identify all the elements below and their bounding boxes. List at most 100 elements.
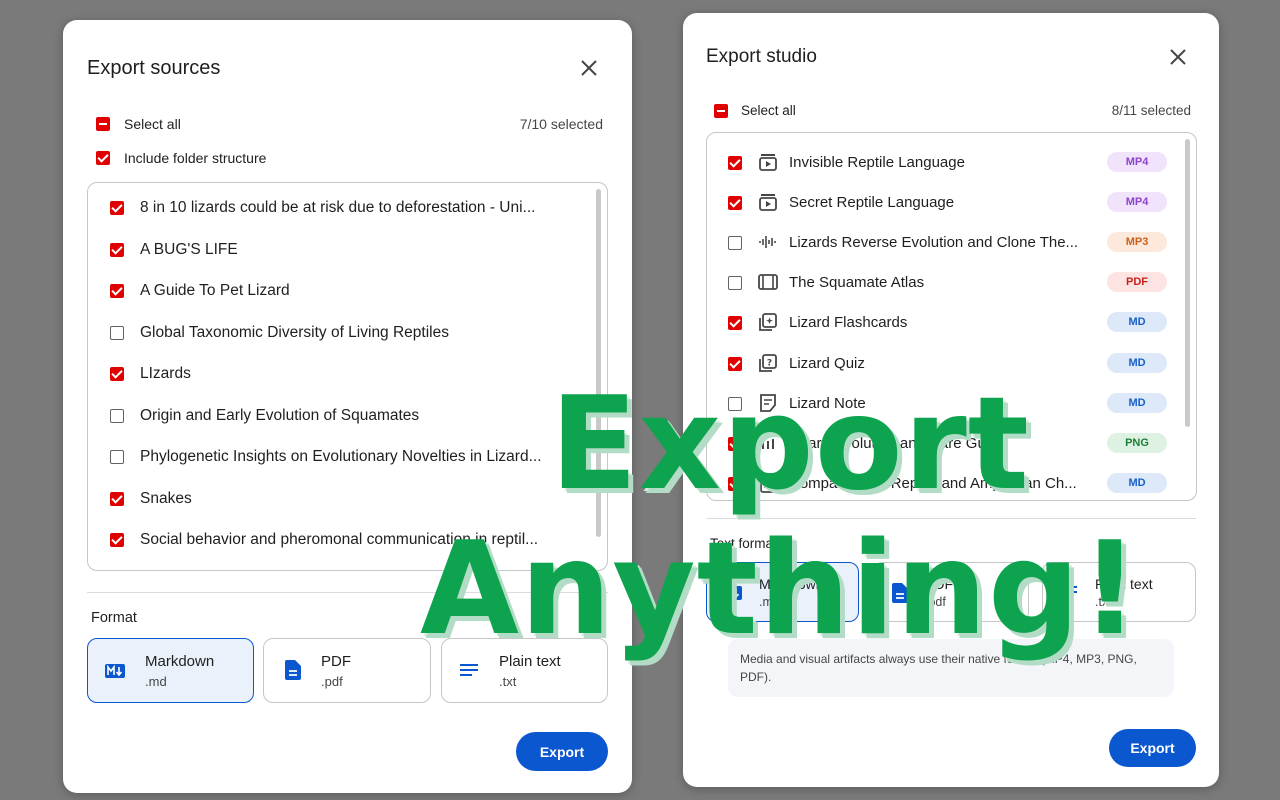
- source-row[interactable]: LIzards: [88, 354, 607, 394]
- studio-item-title: Invisible Reptile Language: [789, 154, 965, 171]
- format-note: Media and visual artifacts always use th…: [728, 639, 1174, 697]
- format-label: Format: [91, 610, 137, 626]
- dialog-title: Export studio: [706, 46, 817, 67]
- video-overview-icon: [759, 194, 777, 211]
- studio-row[interactable]: Secret Reptile Language MP4: [707, 178, 1196, 218]
- studio-item-title: Lizards Reverse Evolution and Clone The.…: [789, 234, 1079, 252]
- source-row[interactable]: A Guide To Pet Lizard: [88, 271, 607, 311]
- source-checkbox[interactable]: [110, 533, 124, 547]
- infographic-icon: [762, 436, 774, 449]
- studio-row[interactable]: The Squamate Atlas PDF: [707, 258, 1196, 298]
- markdown-icon: [722, 586, 742, 600]
- source-row[interactable]: A BUG'S LIFE: [88, 230, 607, 270]
- source-title: A Guide To Pet Lizard: [140, 282, 290, 299]
- format-badge: PDF: [1107, 272, 1167, 293]
- source-checkbox[interactable]: [110, 325, 124, 340]
- format-option-pdf[interactable]: PDF .pdf: [263, 638, 431, 703]
- format-badge: MP4: [1107, 152, 1167, 172]
- format-option-plain-text[interactable]: Plain text .txt: [441, 638, 608, 703]
- source-title: 8 in 10 lizards could be at risk due to …: [140, 199, 536, 216]
- selected-count: 8/11 selected: [1111, 103, 1191, 118]
- note-icon: [760, 393, 776, 412]
- close-icon: [1170, 49, 1186, 65]
- studio-row[interactable]: Lizards Reverse Evolution and Clone The.…: [707, 218, 1196, 258]
- studio-item-title: Lizard Evolution and Care Guide: [789, 434, 1006, 452]
- export-button[interactable]: Export: [1109, 729, 1196, 767]
- format-option-markdown[interactable]: Markdown .md: [706, 562, 859, 622]
- format-name: PDF: [925, 576, 953, 592]
- studio-row[interactable]: ? Lizard Quiz MD: [707, 339, 1196, 379]
- source-checkbox[interactable]: [110, 491, 124, 506]
- source-row[interactable]: Social behavior and pheromonal communica…: [88, 520, 607, 560]
- divider: [706, 518, 1196, 519]
- studio-row[interactable]: Lizard Flashcards MD: [707, 298, 1196, 338]
- studio-checkbox[interactable]: [728, 156, 742, 170]
- text-format-label: Text format: [710, 536, 777, 551]
- source-row[interactable]: 8 in 10 lizards could be at risk due to …: [88, 188, 607, 228]
- close-button[interactable]: [1164, 43, 1192, 71]
- studio-checkbox[interactable]: [728, 316, 742, 331]
- format-badge: MD: [1107, 312, 1167, 333]
- studio-checkbox[interactable]: [728, 196, 742, 211]
- source-checkbox[interactable]: [110, 242, 124, 257]
- select-all-checkbox[interactable]: [714, 104, 728, 118]
- format-name: Markdown: [759, 576, 824, 592]
- pdf-doc-icon: [892, 583, 908, 603]
- format-option-pdf[interactable]: PDF .pdf: [872, 562, 1029, 622]
- sources-list[interactable]: 8 in 10 lizards could be at risk due to …: [87, 182, 608, 571]
- text-lines-icon: [460, 664, 478, 676]
- include-folder-structure-label: Include folder structure: [124, 150, 267, 166]
- select-all-label: Select all: [741, 103, 796, 118]
- pdf-doc-icon: [285, 660, 301, 680]
- source-title: LIzards: [140, 365, 191, 382]
- video-overview-icon: [759, 154, 777, 171]
- source-checkbox[interactable]: [110, 450, 124, 464]
- format-name: Markdown: [145, 653, 215, 670]
- studio-checkbox[interactable]: [728, 396, 742, 411]
- format-option-plain-text[interactable]: Plain text .txt: [1042, 562, 1196, 622]
- format-ext: .md: [759, 595, 780, 609]
- studio-item-title: Lizard Flashcards: [789, 314, 908, 332]
- studio-list[interactable]: Invisible Reptile Language MP4 Secret Rept…: [706, 132, 1197, 501]
- export-button[interactable]: Export: [516, 732, 608, 771]
- text-lines-icon: [1059, 586, 1077, 598]
- source-row[interactable]: Snakes: [88, 479, 607, 519]
- format-badge: MD: [1107, 392, 1167, 413]
- studio-checkbox[interactable]: [728, 276, 742, 291]
- slides-icon: [758, 274, 778, 291]
- source-checkbox[interactable]: [110, 201, 124, 215]
- studio-checkbox[interactable]: [728, 476, 742, 491]
- quiz-icon: ?: [759, 353, 777, 372]
- selected-count: 7/10 selected: [519, 116, 603, 132]
- include-folder-structure-checkbox[interactable]: [96, 151, 110, 165]
- studio-row[interactable]: Invisible Reptile Language MP4: [707, 138, 1196, 178]
- format-ext: .md: [145, 674, 167, 689]
- source-checkbox[interactable]: [110, 408, 124, 423]
- studio-row[interactable]: Lizard Evolution and Care Guide PNG: [707, 419, 1196, 459]
- source-row[interactable]: Origin and Early Evolution of Squamates: [88, 396, 607, 436]
- source-title: Origin and Early Evolution of Squamates: [140, 406, 420, 424]
- format-badge: MP3: [1107, 232, 1167, 253]
- export-studio-dialog: Export studio Select all 8/11 selected I…: [683, 13, 1219, 787]
- format-ext: .txt: [499, 674, 517, 689]
- format-badge: MP4: [1107, 192, 1167, 213]
- studio-row[interactable]: Lizard Note MD: [707, 379, 1196, 419]
- studio-item-title: Secret Reptile Language: [789, 194, 955, 212]
- format-name: PDF: [321, 653, 351, 670]
- source-title: Global Taxonomic Diversity of Living Rep…: [140, 323, 449, 341]
- svg-text:?: ?: [767, 358, 772, 368]
- studio-checkbox[interactable]: [728, 356, 742, 371]
- close-icon: [581, 60, 597, 76]
- studio-checkbox[interactable]: [728, 236, 742, 251]
- close-button[interactable]: [575, 54, 603, 82]
- audio-waveform-icon: [759, 236, 776, 249]
- report-icon: [760, 472, 776, 493]
- select-all-checkbox[interactable]: [96, 117, 110, 131]
- source-checkbox[interactable]: [110, 284, 124, 298]
- source-checkbox[interactable]: [110, 367, 124, 381]
- studio-checkbox[interactable]: [728, 436, 742, 451]
- source-row[interactable]: Global Taxonomic Diversity of Living Rep…: [88, 313, 607, 353]
- source-row[interactable]: Phylogenetic Insights on Evolutionary No…: [88, 437, 607, 477]
- studio-row[interactable]: Comparison of Reptile and Amphibian Ch..…: [707, 459, 1196, 499]
- format-option-markdown[interactable]: Markdown .md: [87, 638, 254, 703]
